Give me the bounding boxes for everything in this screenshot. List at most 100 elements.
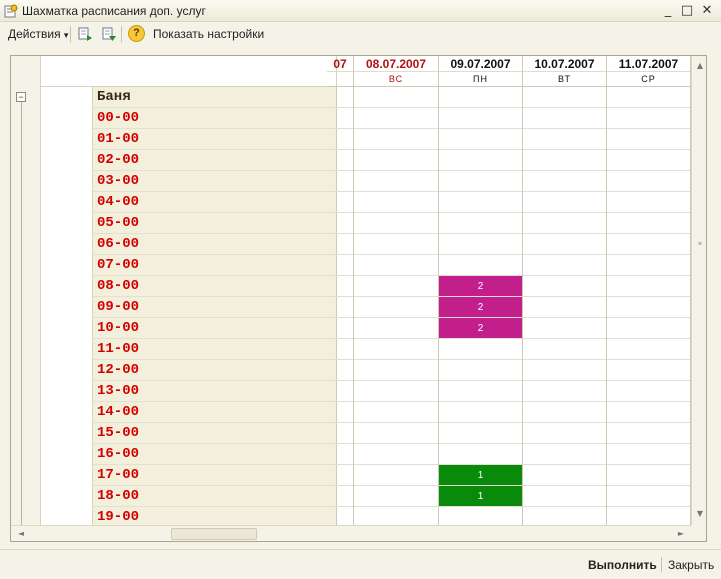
schedule-cell[interactable] [523,465,606,486]
schedule-cell[interactable] [439,402,522,423]
schedule-cell[interactable] [607,381,690,402]
booking-cell[interactable]: 1 [439,465,522,486]
schedule-cell[interactable] [327,171,353,192]
close-form-button[interactable]: Закрыть [668,558,714,572]
actions-menu-button[interactable]: Действия ▾ [8,27,68,41]
schedule-cell[interactable] [607,423,690,444]
export-icon[interactable] [101,26,117,42]
schedule-cell[interactable] [327,486,353,507]
schedule-cell[interactable] [327,213,353,234]
schedule-cell[interactable] [523,339,606,360]
booking-cell[interactable]: 1 [439,486,522,507]
schedule-cell[interactable] [439,192,522,213]
scroll-up-icon[interactable]: ▲ [692,58,706,74]
refresh-icon[interactable] [77,26,93,42]
schedule-cell[interactable] [327,87,353,108]
schedule-cell[interactable] [607,171,690,192]
scroll-right-icon[interactable]: ► [673,526,689,541]
schedule-cell[interactable] [354,507,438,525]
schedule-cell[interactable] [354,234,438,255]
schedule-cell[interactable] [607,192,690,213]
maximize-button[interactable]: □ [679,3,695,19]
schedule-cell[interactable] [354,171,438,192]
booking-cell[interactable]: 2 [439,276,522,297]
booking-cell[interactable]: 2 [439,318,522,339]
schedule-cell[interactable] [354,297,438,318]
column-date-header[interactable]: 08.07.2007 [354,56,438,72]
schedule-cell[interactable] [523,486,606,507]
schedule-cell[interactable] [523,318,606,339]
schedule-cell[interactable] [523,129,606,150]
schedule-cell[interactable] [439,129,522,150]
schedule-cell[interactable] [523,87,606,108]
schedule-cell[interactable] [523,423,606,444]
schedule-cell[interactable] [327,234,353,255]
booking-cell[interactable]: 2 [439,297,522,318]
schedule-cell[interactable] [327,360,353,381]
schedule-cell[interactable] [607,150,690,171]
schedule-cell[interactable] [439,423,522,444]
schedule-cell[interactable] [327,297,353,318]
show-settings-button[interactable]: Показать настройки [153,27,264,41]
schedule-cell[interactable] [354,129,438,150]
execute-button[interactable]: Выполнить [588,558,657,572]
schedule-cell[interactable] [607,297,690,318]
vertical-scrollbar[interactable]: ▲ ▪ ▼ [691,56,706,525]
schedule-cell[interactable] [354,486,438,507]
schedule-cell[interactable] [523,360,606,381]
schedule-cell[interactable] [327,276,353,297]
schedule-cell[interactable] [607,255,690,276]
schedule-cell[interactable] [607,507,690,525]
scroll-down-icon[interactable]: ▼ [692,506,706,522]
schedule-cell[interactable] [523,213,606,234]
schedule-cell[interactable] [327,108,353,129]
schedule-cell[interactable] [607,465,690,486]
schedule-cell[interactable] [607,213,690,234]
column-date-header[interactable]: 09.07.2007 [439,56,522,72]
schedule-cell[interactable] [439,360,522,381]
schedule-cell[interactable] [327,339,353,360]
schedule-cell[interactable] [523,381,606,402]
column-date-header[interactable]: 11.07.2007 [607,56,690,72]
schedule-cell[interactable] [354,339,438,360]
scroll-left-icon[interactable]: ◄ [13,526,29,541]
schedule-cell[interactable] [439,444,522,465]
schedule-cell[interactable] [327,150,353,171]
schedule-cell[interactable] [354,423,438,444]
schedule-cell[interactable] [327,507,353,525]
schedule-cell[interactable] [327,318,353,339]
schedule-cell[interactable] [607,402,690,423]
scroll-thumb-grip[interactable]: ▪ [692,236,706,252]
schedule-cell[interactable] [439,339,522,360]
schedule-cell[interactable] [523,108,606,129]
schedule-cell[interactable] [607,444,690,465]
schedule-cell[interactable] [607,360,690,381]
schedule-cell[interactable] [607,318,690,339]
schedule-cell[interactable] [523,402,606,423]
schedule-cell[interactable] [523,171,606,192]
schedule-cell[interactable] [607,234,690,255]
schedule-cell[interactable] [354,381,438,402]
horizontal-scroll-thumb[interactable] [171,528,257,540]
schedule-cell[interactable] [327,255,353,276]
schedule-cell[interactable] [607,108,690,129]
schedule-cell[interactable] [354,213,438,234]
close-button[interactable]: ✕ [699,3,715,19]
schedule-cell[interactable] [607,486,690,507]
schedule-cell[interactable] [354,318,438,339]
schedule-cell[interactable] [607,276,690,297]
schedule-cell[interactable] [607,129,690,150]
schedule-cell[interactable] [607,339,690,360]
schedule-cell[interactable] [523,150,606,171]
schedule-cell[interactable] [354,150,438,171]
schedule-cell[interactable] [439,507,522,525]
schedule-cell[interactable] [354,192,438,213]
schedule-cell[interactable] [354,87,438,108]
schedule-cell[interactable] [354,255,438,276]
schedule-cell[interactable] [523,192,606,213]
schedule-cell[interactable] [354,465,438,486]
schedule-cell[interactable] [439,234,522,255]
schedule-cell[interactable] [607,87,690,108]
schedule-cell[interactable] [354,276,438,297]
horizontal-scrollbar[interactable]: ◄ ► [11,525,691,541]
